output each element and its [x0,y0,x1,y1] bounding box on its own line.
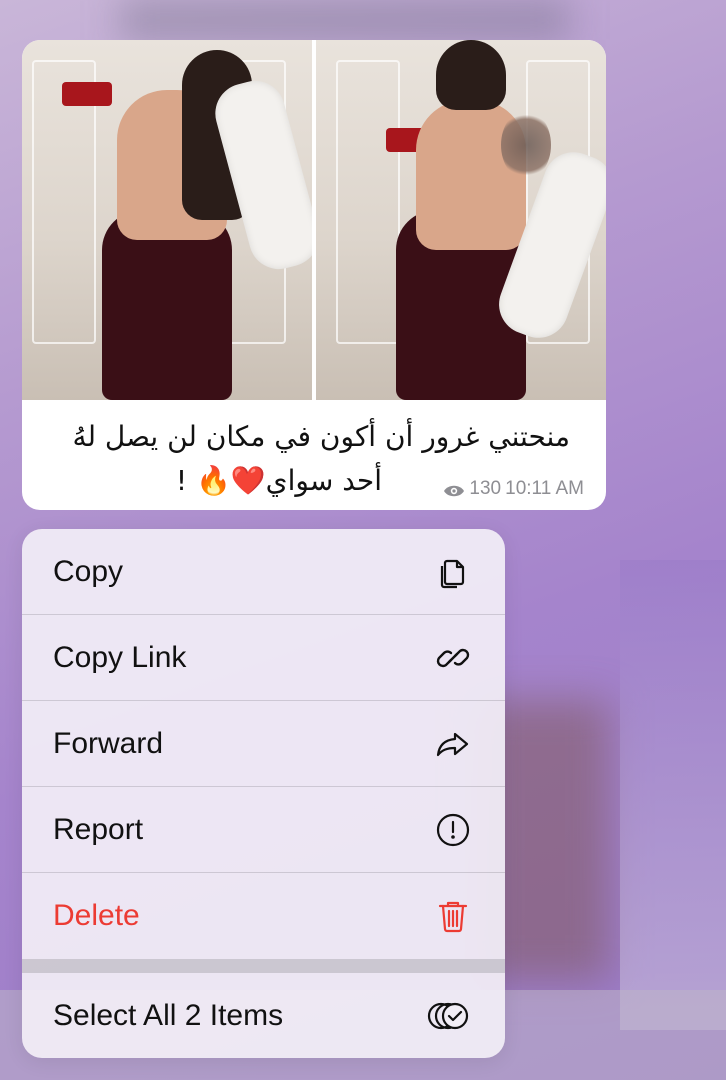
report-icon [433,810,473,850]
tattoo [501,110,551,180]
menu-item-label: Select All 2 Items [53,999,284,1032]
view-count: 130 [469,478,502,499]
menu-item-label: Copy [53,554,124,588]
menu-divider [22,959,505,973]
chair [62,82,112,106]
copy-menu-item[interactable]: Copy [22,529,505,615]
trash-icon [433,896,473,936]
menu-item-label: Copy Link [53,640,187,674]
link-icon [433,638,473,678]
report-menu-item[interactable]: Report [22,787,505,873]
background-blur [620,560,726,1030]
caption-line: منحتني غرور أن أكون في مكان لن يصل لهُ [72,420,570,453]
delete-menu-item[interactable]: Delete [22,873,505,959]
menu-item-label: Delete [53,899,140,932]
forward-menu-item[interactable]: Forward [22,701,505,787]
caption-line: أحد سواي❤️🔥 ! [175,464,382,497]
context-menu: Copy Copy Link Forward Report Delete Sel… [22,529,505,1058]
menu-item-label: Report [53,812,144,846]
copy-icon [433,552,473,592]
background-blur [120,0,570,40]
photo-2[interactable] [316,40,606,400]
figure-hair [436,40,506,110]
eye-icon [443,482,465,497]
photo-album [22,40,606,400]
message-bubble[interactable]: منحتني غرور أن أكون في مكان لن يصل لهُ أ… [22,40,606,510]
copy-link-menu-item[interactable]: Copy Link [22,615,505,701]
menu-item-label: Forward [53,726,164,760]
message-time: 10:11 AM [505,478,584,499]
select-all-icon [425,996,473,1036]
forward-icon [433,724,473,764]
photo-1[interactable] [22,40,312,400]
message-caption: منحتني غرور أن أكون في مكان لن يصل لهُ أ… [22,400,606,510]
wall-panel [336,60,400,344]
select-all-menu-item[interactable]: Select All 2 Items [22,973,505,1058]
message-meta: 130 10:11 AM [443,478,584,500]
